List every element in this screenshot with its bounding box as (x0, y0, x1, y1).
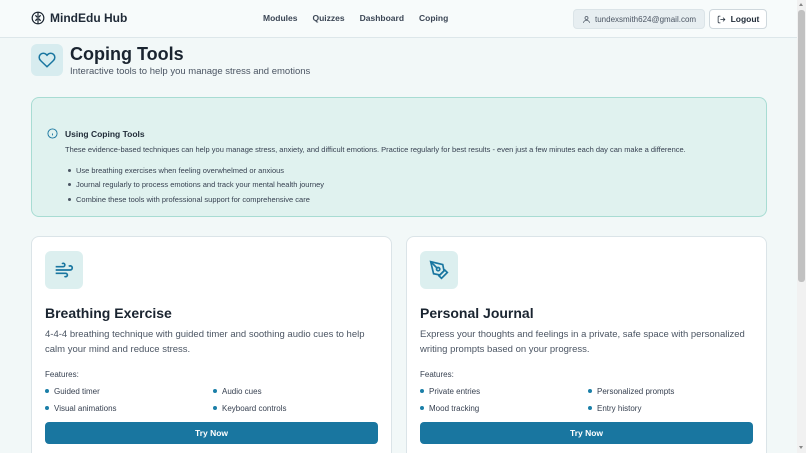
top-navbar: MindEdu Hub Modules Quizzes Dashboard Co… (0, 0, 797, 38)
page-subtitle: Interactive tools to help you manage str… (70, 66, 311, 77)
bullet (45, 406, 49, 410)
tip-text: Use breathing exercises when feeling ove… (76, 165, 285, 175)
try-journal-button[interactable]: Try Now (420, 422, 753, 444)
card-title: Breathing Exercise (45, 305, 172, 321)
feature-item: Entry history (588, 402, 756, 414)
info-icon (47, 128, 58, 139)
card-description: 4-4-4 breathing technique with guided ti… (45, 329, 365, 355)
nav-link-quizzes[interactable]: Quizzes (312, 13, 344, 23)
logout-label: Logout (730, 14, 760, 24)
nav-links: Modules Quizzes Dashboard Coping (263, 13, 448, 23)
card-icon-badge (420, 251, 458, 289)
nav-link-dashboard[interactable]: Dashboard (360, 13, 404, 23)
nav-link-modules[interactable]: Modules (263, 13, 297, 23)
card-description: Express your thoughts and feelings in a … (420, 329, 745, 355)
heart-icon (38, 52, 56, 68)
info-title: Using Coping Tools (65, 129, 145, 139)
feature-item: Keyboard controls (213, 402, 381, 414)
feature-item: Personalized prompts (588, 385, 756, 397)
page-scrollbar[interactable] (797, 0, 806, 453)
scroll-thumb[interactable] (798, 10, 805, 282)
try-breathing-button[interactable]: Try Now (45, 422, 378, 444)
feature-text: Audio cues (222, 386, 262, 396)
tip-text: Combine these tools with professional su… (76, 194, 310, 204)
brand[interactable]: MindEdu Hub (31, 11, 127, 25)
wind-icon (55, 262, 74, 278)
feature-item: Private entries (420, 385, 588, 397)
feature-text: Visual animations (54, 403, 117, 413)
features-list: Guided timer Audio cues Visual animation… (45, 385, 385, 414)
heart-badge (31, 44, 63, 76)
bullet (213, 389, 217, 393)
nav-link-coping[interactable]: Coping (419, 13, 448, 23)
bullet (588, 406, 592, 410)
tip-item: Use breathing exercises when feeling ove… (65, 163, 324, 178)
user-email: tundexsmith624@gmail.com (595, 14, 697, 24)
logout-button[interactable]: Logout (709, 9, 767, 29)
user-chip[interactable]: tundexsmith624@gmail.com (573, 9, 706, 29)
card-icon-badge (45, 251, 83, 289)
bullet (420, 389, 424, 393)
info-text: These evidence-based techniques can help… (65, 145, 686, 154)
bullet (68, 168, 71, 172)
bullet (68, 197, 71, 201)
feature-text: Mood tracking (429, 403, 480, 413)
features-label: Features: (45, 370, 79, 379)
tip-item: Combine these tools with professional su… (65, 192, 324, 207)
personal-journal-card: Personal Journal Express your thoughts a… (406, 236, 767, 453)
info-panel: Using Coping Tools These evidence-based … (31, 97, 767, 217)
bullet (68, 183, 71, 187)
user-icon (583, 15, 590, 23)
feature-item: Audio cues (213, 385, 381, 397)
tip-text: Journal regularly to process emotions an… (76, 180, 325, 190)
feature-text: Keyboard controls (222, 403, 287, 413)
breathing-exercise-card: Breathing Exercise 4-4-4 breathing techn… (31, 236, 392, 453)
brand-name: MindEdu Hub (50, 11, 128, 25)
pen-tool-icon (429, 260, 449, 280)
tip-item: Journal regularly to process emotions an… (65, 178, 324, 193)
feature-text: Guided timer (54, 386, 100, 396)
feature-text: Entry history (597, 403, 642, 413)
page-title: Coping Tools (70, 44, 184, 64)
scroll-down-arrow-icon[interactable] (799, 446, 803, 449)
feature-text: Private entries (429, 386, 481, 396)
logout-icon (717, 15, 725, 23)
features-label: Features: (420, 370, 454, 379)
feature-item: Mood tracking (420, 402, 588, 414)
card-title: Personal Journal (420, 305, 534, 321)
brain-logo-icon (31, 11, 45, 25)
feature-text: Personalized prompts (597, 386, 675, 396)
bullet (588, 389, 592, 393)
scroll-up-arrow-icon[interactable] (799, 3, 803, 6)
bullet (45, 389, 49, 393)
features-list: Private entries Personalized prompts Moo… (420, 385, 760, 414)
bullet (213, 406, 217, 410)
feature-item: Guided timer (45, 385, 213, 397)
bullet (420, 406, 424, 410)
feature-item: Visual animations (45, 402, 213, 414)
tips-list: Use breathing exercises when feeling ove… (65, 163, 324, 207)
